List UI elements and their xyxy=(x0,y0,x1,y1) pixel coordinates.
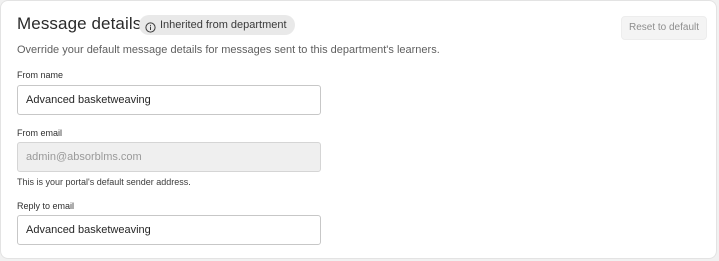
reset-to-default-button[interactable]: Reset to default xyxy=(621,16,707,40)
section-description: Override your default message details fo… xyxy=(17,44,440,56)
badge-label: Inherited from department xyxy=(160,19,287,31)
from-email-input xyxy=(17,142,321,172)
from-email-label: From email xyxy=(17,128,63,138)
from-name-label: From name xyxy=(17,70,64,80)
reply-to-email-input[interactable] xyxy=(17,215,321,245)
inherited-badge: Inherited from department xyxy=(139,15,295,35)
section-title: Message details xyxy=(17,14,142,33)
message-details-card: Message details Inherited from departmen… xyxy=(0,0,717,259)
reply-to-email-label: Reply to email xyxy=(17,201,75,211)
from-name-input[interactable] xyxy=(17,85,321,115)
from-email-helper-text: This is your portal's default sender add… xyxy=(17,177,191,187)
info-icon xyxy=(145,20,156,33)
